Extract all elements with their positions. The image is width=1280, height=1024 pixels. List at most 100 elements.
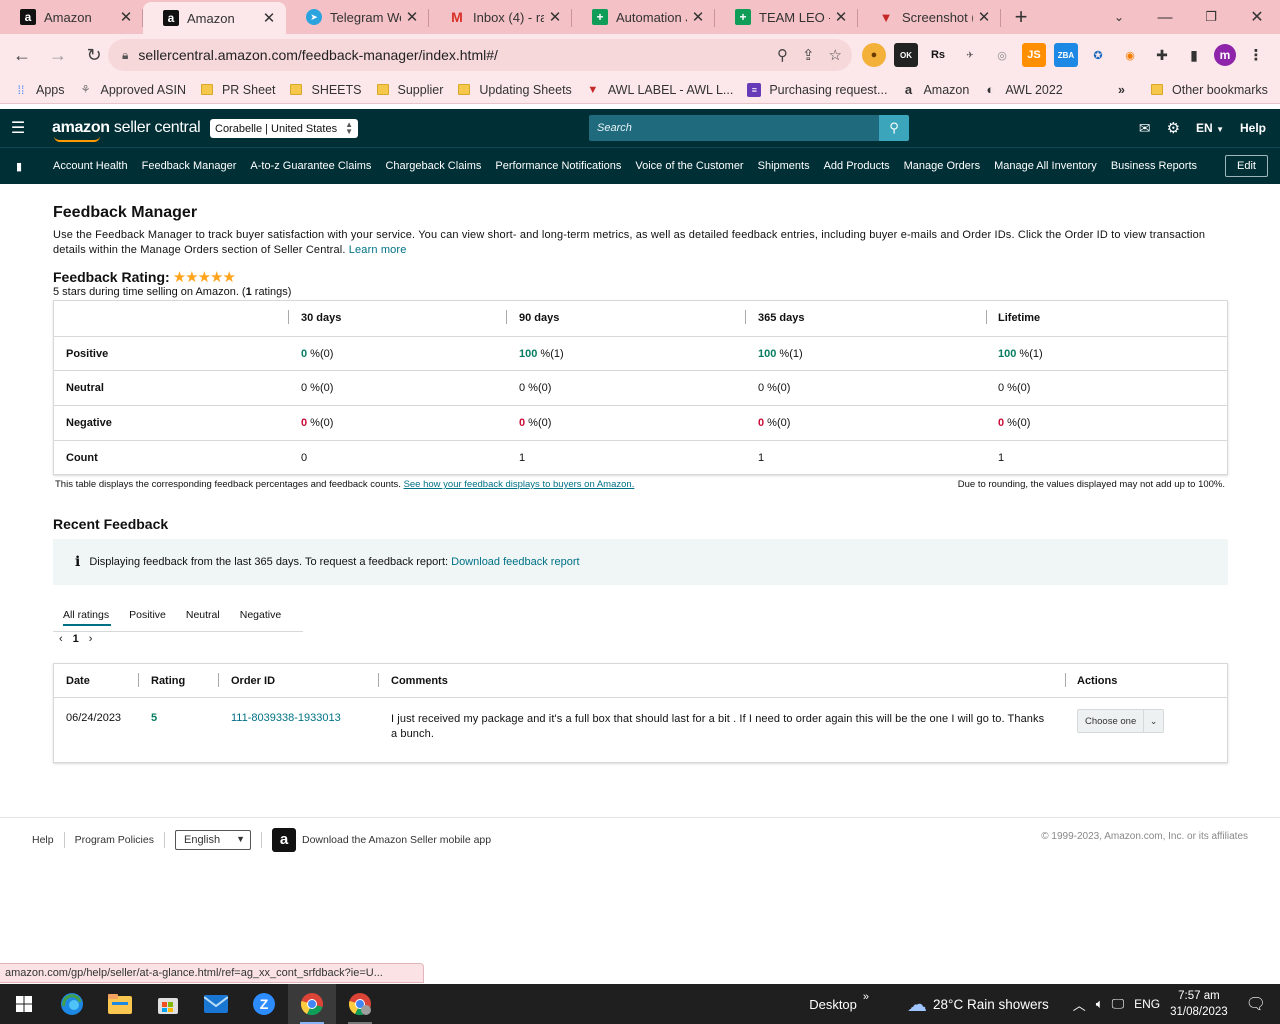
gear-icon[interactable]: ⚙	[1167, 119, 1180, 137]
tab-positive[interactable]: Positive	[119, 598, 176, 632]
browser-tab[interactable]: a Amazon ✕	[0, 0, 143, 34]
tab-negative[interactable]: Negative	[230, 598, 291, 632]
nav-shipments[interactable]: Shipments	[758, 160, 810, 172]
minimize-icon[interactable]: —	[1142, 0, 1188, 34]
bookmark-other[interactable]: Other bookmarks	[1150, 83, 1268, 97]
choose-action-dropdown[interactable]: Choose one ⌄	[1077, 709, 1164, 733]
bookmark-pr-sheet[interactable]: PR Sheet	[200, 83, 275, 97]
column-header-order-id[interactable]: Order ID	[218, 672, 378, 687]
desktop-toolbar-label[interactable]: Desktop	[809, 997, 857, 1012]
mail-icon[interactable]: ✉	[1139, 120, 1151, 137]
close-icon[interactable]: ✕	[977, 8, 991, 26]
share-icon[interactable]: ⇪	[802, 46, 815, 64]
browser-tab[interactable]: + TEAM LEO - Go ✕	[715, 0, 858, 34]
browser-tab[interactable]: M Inbox (4) - ratt ✕	[429, 0, 572, 34]
extension-icon[interactable]: ●	[862, 43, 886, 67]
extension-rs-icon[interactable]: Rs	[926, 43, 950, 67]
nav-a-to-z-claims[interactable]: A-to-z Guarantee Claims	[250, 160, 371, 172]
nav-voice-of-customer[interactable]: Voice of the Customer	[635, 160, 743, 172]
back-icon[interactable]: ←	[6, 39, 38, 71]
footer-program-policies-link[interactable]: Program Policies	[75, 834, 154, 846]
column-header-rating[interactable]: Rating	[138, 672, 218, 687]
input-language-indicator[interactable]: ENG	[1134, 997, 1160, 1011]
bookmark-star-icon[interactable]: ☆	[829, 46, 842, 64]
extension-icon[interactable]: ◎	[990, 43, 1014, 67]
address-bar[interactable]: 🔒︎ sellercentral.amazon.com/feedback-man…	[108, 39, 852, 71]
close-icon[interactable]: ✕	[119, 8, 133, 26]
account-selector[interactable]: Corabelle | United States ▲ ▼	[210, 119, 358, 138]
side-panel-icon[interactable]: ▮	[1182, 43, 1206, 67]
order-id-link[interactable]: 111-8039338-1933013	[218, 712, 378, 724]
footer-help-link[interactable]: Help	[32, 834, 54, 846]
nav-add-products[interactable]: Add Products	[824, 160, 890, 172]
close-icon[interactable]: ✕	[834, 8, 848, 26]
bookmark-purchasing-request[interactable]: ≡ Purchasing request...	[747, 82, 887, 97]
nav-business-reports[interactable]: Business Reports	[1111, 160, 1197, 172]
reload-icon[interactable]: ↻	[78, 39, 110, 71]
bookmarks-overflow-icon[interactable]: »	[1118, 83, 1125, 97]
tab-all-ratings[interactable]: All ratings	[53, 598, 112, 632]
zoom-icon[interactable]: ⚲	[777, 46, 788, 64]
bookmark-apps[interactable]: ⁞⁞ Apps	[14, 83, 65, 97]
browser-tab[interactable]: ➤ Telegram Web ✕	[286, 0, 429, 34]
bookmark-supplier[interactable]: Supplier	[376, 83, 443, 97]
bookmark-flag-icon[interactable]: ▮	[0, 160, 38, 173]
nav-manage-inventory[interactable]: Manage All Inventory	[994, 160, 1097, 172]
extension-icon[interactable]: ZBA	[1054, 43, 1078, 67]
volume-icon[interactable]: 🔈︎	[1096, 996, 1104, 1012]
bookmark-updating-sheets[interactable]: Updating Sheets	[457, 83, 572, 97]
url-text[interactable]: sellercentral.amazon.com/feedback-manage…	[138, 47, 498, 63]
nav-feedback-manager[interactable]: Feedback Manager	[142, 160, 237, 172]
footer-language-select[interactable]: English ▼	[174, 829, 251, 850]
tab-neutral[interactable]: Neutral	[176, 598, 230, 632]
extension-js-icon[interactable]: JS	[1022, 43, 1046, 67]
window-close-icon[interactable]: ✕	[1234, 0, 1280, 34]
extension-icon[interactable]: ✪	[1086, 43, 1110, 67]
windows-start-icon[interactable]	[0, 984, 48, 1024]
file-explorer-icon[interactable]	[96, 984, 144, 1024]
language-selector[interactable]: EN ▼	[1196, 121, 1224, 135]
bookmark-awl-2022[interactable]: ◐ AWL 2022	[983, 82, 1062, 97]
chrome-icon[interactable]	[288, 984, 336, 1024]
amazon-app-icon[interactable]: a	[271, 827, 296, 852]
puzzle-icon[interactable]: ✚	[1150, 43, 1174, 67]
extension-icon[interactable]: ✈	[958, 43, 982, 67]
zoom-app-icon[interactable]: Z	[240, 984, 288, 1024]
clock[interactable]: 7:57 am 31/08/2023	[1170, 988, 1228, 1020]
close-icon[interactable]: ✕	[262, 9, 276, 27]
search-button[interactable]: ⚲	[879, 115, 909, 141]
chevron-double-icon[interactable]: »	[863, 991, 869, 1003]
edit-nav-button[interactable]: Edit	[1225, 155, 1268, 177]
mail-app-icon[interactable]	[192, 984, 240, 1024]
bookmark-amazon[interactable]: a Amazon	[901, 82, 969, 97]
browser-tab[interactable]: + Automation Je ✕	[572, 0, 715, 34]
notification-icon[interactable]: 🗨︎	[1246, 994, 1266, 1014]
download-feedback-report-link[interactable]: Download feedback report	[451, 556, 579, 568]
kebab-menu-icon[interactable]: ⋮	[1244, 43, 1268, 67]
edge-icon[interactable]	[48, 984, 96, 1024]
new-tab-button[interactable]: +	[1001, 0, 1041, 34]
column-header-date[interactable]: Date	[54, 675, 138, 687]
browser-tab-active[interactable]: a Amazon ✕	[143, 2, 286, 34]
search-input[interactable]: Search	[589, 115, 879, 141]
feedback-display-link[interactable]: See how your feedback displays to buyers…	[404, 479, 635, 490]
chrome-profile-icon[interactable]	[336, 984, 384, 1024]
chevron-up-icon[interactable]: ︿	[1073, 995, 1086, 1014]
learn-more-link[interactable]: Learn more	[349, 244, 407, 256]
close-icon[interactable]: ✕	[548, 8, 562, 26]
extension-icon[interactable]: ◉	[1118, 43, 1142, 67]
nav-chargeback-claims[interactable]: Chargeback Claims	[385, 160, 481, 172]
hamburger-menu-icon[interactable]: ☰	[0, 118, 36, 138]
bookmark-approved-asin[interactable]: ⚘ Approved ASIN	[79, 83, 186, 97]
extension-ok-icon[interactable]: OK	[894, 43, 918, 67]
restore-icon[interactable]: ❐	[1188, 0, 1234, 34]
page-number[interactable]: 1	[73, 633, 79, 645]
forward-icon[interactable]: →	[42, 39, 74, 71]
download-app-link[interactable]: Download the Amazon Seller mobile app	[302, 834, 491, 846]
help-link[interactable]: Help	[1240, 121, 1266, 135]
tab-search-icon[interactable]: ⌄	[1096, 0, 1142, 34]
bookmark-sheets[interactable]: SHEETS	[289, 83, 362, 97]
chevron-left-icon[interactable]: ‹	[59, 633, 63, 645]
profile-avatar[interactable]: m	[1214, 44, 1236, 66]
close-icon[interactable]: ✕	[691, 8, 705, 26]
